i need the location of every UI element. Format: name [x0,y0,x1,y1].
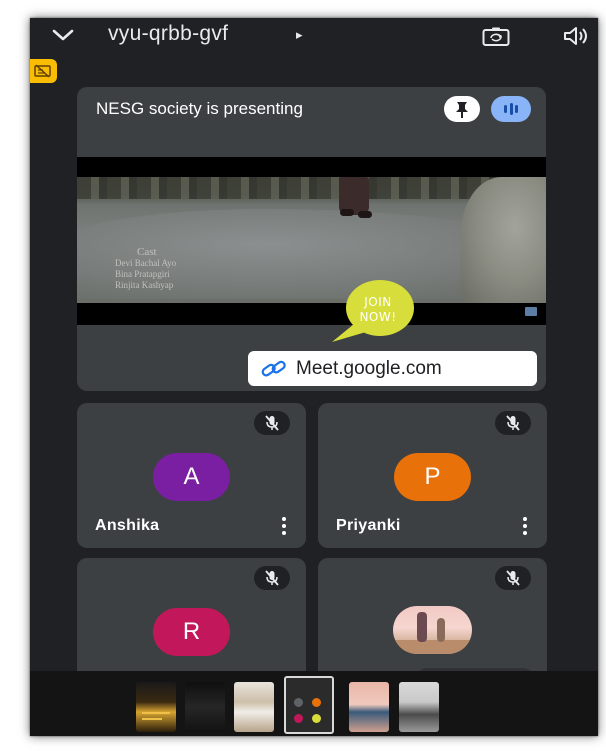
camera-switch-icon[interactable] [482,27,510,47]
recent-apps-bar [30,671,598,736]
meeting-info-caret-icon[interactable]: ▸ [296,27,303,43]
avatar-photo [393,606,472,654]
speaker-icon[interactable] [562,25,592,47]
audio-level-icon [491,96,531,122]
meet-link-pill[interactable]: Meet.google.com [248,351,537,386]
meet-link-text: Meet.google.com [296,358,442,379]
video-watermark-icon [525,307,537,316]
presentation-off-icon [34,64,51,78]
presentation-tile[interactable]: NESG society is presenting Cast Devi Bac… [77,87,546,391]
meet-screen: vyu-qrbb-gvf ▸ NESG society is presentin… [30,18,598,736]
participant-tile[interactable]: P Priyanki [318,403,547,548]
chevron-down-icon[interactable] [52,28,74,42]
mic-off-icon [254,566,290,590]
avatar: A [153,453,230,501]
recent-app-thumbnail[interactable] [136,682,176,732]
more-vert-icon[interactable] [521,516,529,536]
recent-app-thumbnail[interactable] [185,682,225,732]
top-bar: vyu-qrbb-gvf ▸ [30,18,598,58]
meeting-code[interactable]: vyu-qrbb-gvf [108,22,228,46]
avatar: P [394,453,471,501]
participant-name: Priyanki [336,517,401,534]
video-scene: Cast Devi Bachal Ayo Bina Pratapgiri Rin… [77,177,546,303]
participant-tile[interactable]: A Anshika [77,403,306,548]
presentation-status-badge[interactable] [30,59,57,83]
recent-app-thumbnail[interactable] [349,682,389,732]
presentation-title: NESG society is presenting [96,99,303,118]
mic-off-icon [254,411,290,435]
avatar: R [153,608,230,656]
join-now-text: JOIN NOW! [359,295,397,324]
video-cast-credits: Cast Devi Bachal Ayo Bina Pratapgiri Rin… [115,246,177,291]
recent-app-thumbnail-current[interactable] [284,676,334,734]
pin-button[interactable] [444,96,480,122]
recent-app-thumbnail[interactable] [399,682,439,732]
shared-video: Cast Devi Bachal Ayo Bina Pratapgiri Rin… [77,157,546,325]
mic-off-icon [495,566,531,590]
more-vert-icon[interactable] [280,516,288,536]
recent-app-thumbnail[interactable] [234,682,274,732]
pin-icon [456,102,468,118]
participant-name: Anshika [95,517,160,534]
mic-off-icon [495,411,531,435]
link-icon [261,360,286,377]
